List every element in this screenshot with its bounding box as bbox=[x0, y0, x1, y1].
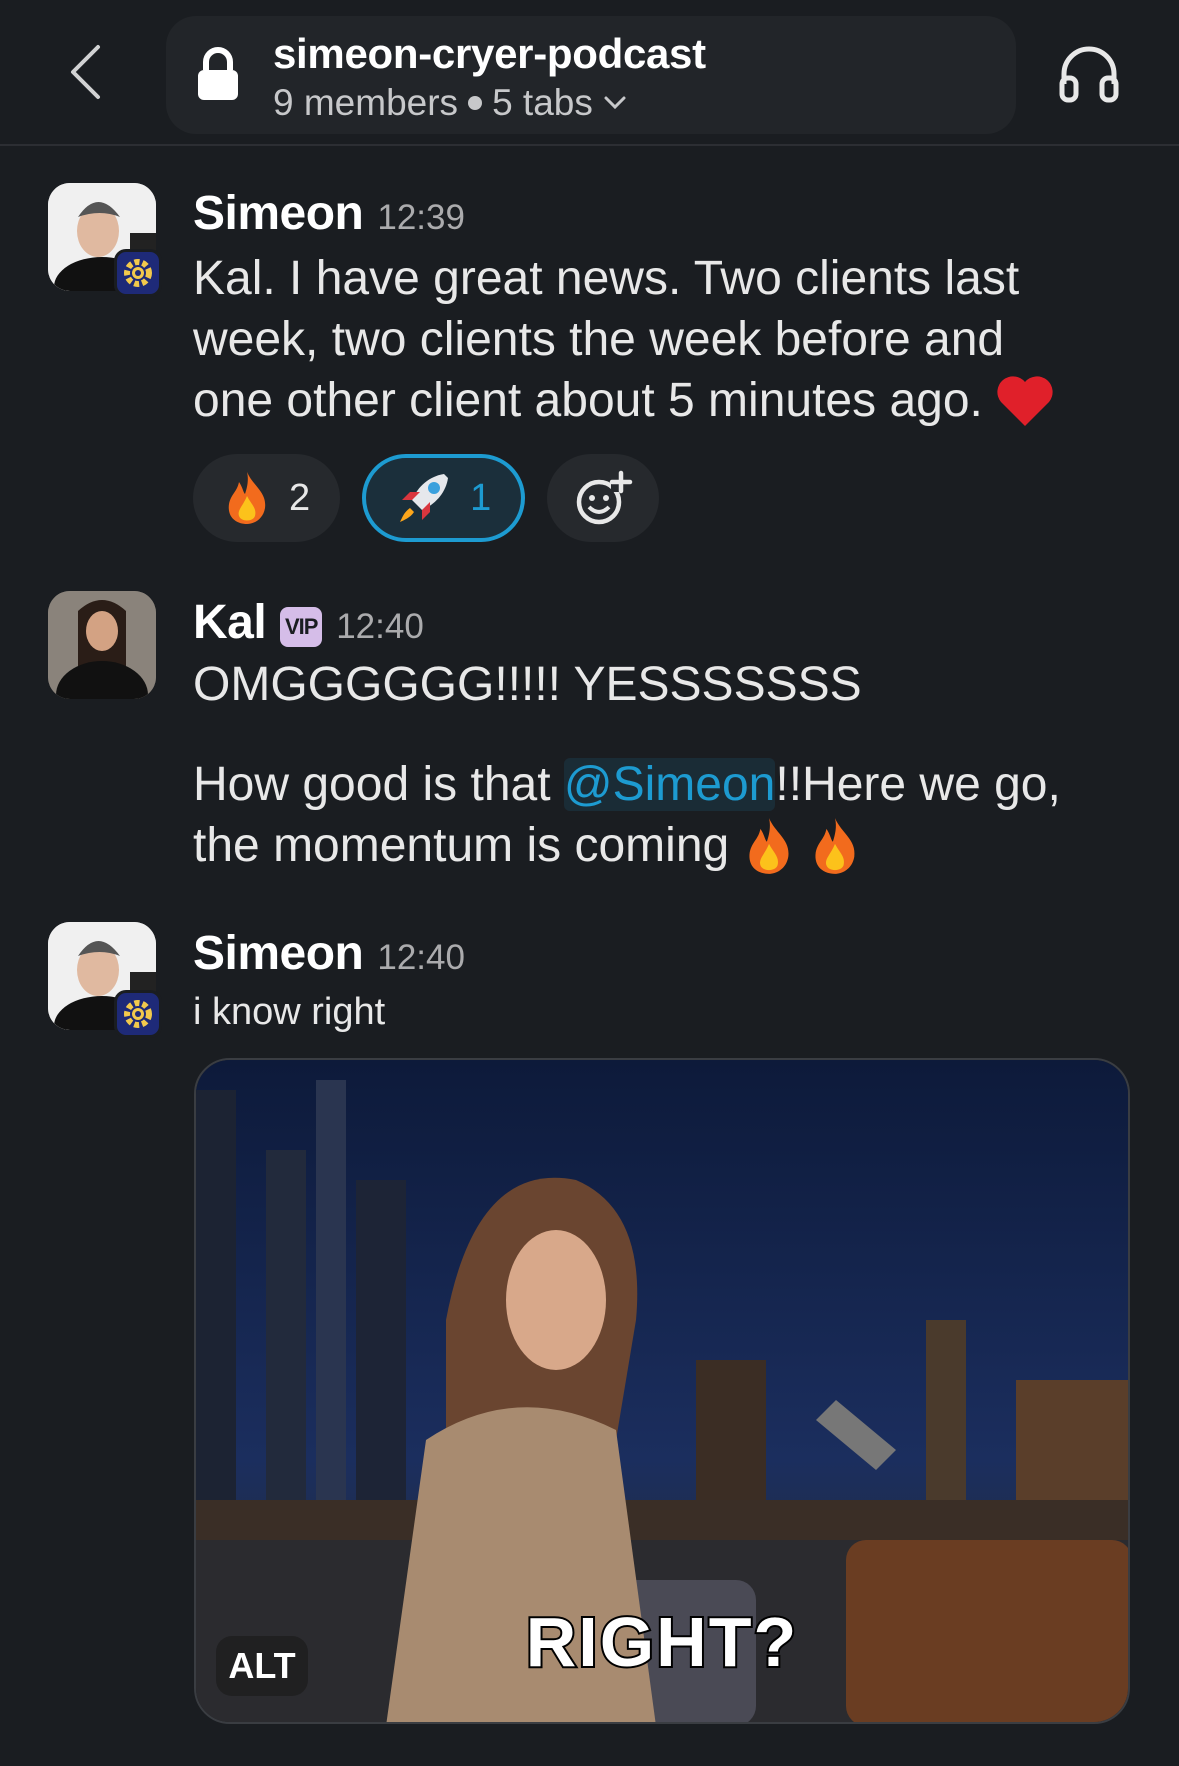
sender-name[interactable]: Simeon bbox=[193, 186, 364, 241]
message-text: Kal. I have great news. Two clients last… bbox=[193, 248, 1153, 431]
add-reaction-button[interactable] bbox=[547, 454, 660, 542]
add-emoji-icon bbox=[577, 470, 633, 525]
channel-meta: 9 members 5 tabs bbox=[273, 82, 627, 124]
message-time: 12:40 bbox=[336, 607, 424, 646]
alt-text-button[interactable]: ALT bbox=[216, 1636, 308, 1696]
reaction-fire[interactable]: 2 bbox=[193, 454, 341, 542]
reaction-count: 1 bbox=[470, 476, 492, 519]
message-text: OMGGGGGG!!!!! YESSSSSSS bbox=[193, 654, 1153, 715]
fire-icon bbox=[749, 817, 789, 874]
mention-simeon[interactable]: @Simeon bbox=[563, 758, 776, 811]
fire-icon bbox=[228, 472, 266, 524]
heart-icon bbox=[997, 375, 1053, 426]
message-line: the momentum is coming bbox=[193, 815, 1153, 876]
message-line-text: the momentum is coming bbox=[193, 819, 730, 872]
vip-badge: VIP bbox=[280, 607, 323, 647]
message-line: week, two clients the week before and bbox=[193, 313, 1005, 366]
gear-icon bbox=[114, 990, 162, 1038]
message-line: How good is that @Simeon!!Here we go, bbox=[193, 754, 1153, 815]
reaction-count: 2 bbox=[289, 476, 311, 519]
message-time: 12:39 bbox=[377, 198, 465, 237]
chevron-down-icon bbox=[604, 96, 626, 110]
sender-name[interactable]: Kal bbox=[193, 595, 267, 650]
chevron-left-icon bbox=[71, 45, 100, 99]
reactions-row: 2 1 bbox=[193, 454, 660, 542]
message-text: i know right bbox=[193, 991, 386, 1033]
message-line: OMGGGGGG!!!!! YESSSSSSS bbox=[193, 658, 862, 711]
message-line-text: one other client about 5 minutes ago. bbox=[193, 374, 983, 427]
rocket-icon bbox=[400, 474, 449, 522]
sender-name[interactable]: Simeon bbox=[193, 926, 364, 981]
message-line: Kal. I have great news. Two clients last bbox=[193, 252, 1020, 305]
reaction-rocket[interactable]: 1 bbox=[362, 454, 526, 542]
message-line-text: How good is that bbox=[193, 758, 564, 811]
channel-info-button[interactable]: simeon-cryer-podcast 9 members 5 tabs bbox=[166, 16, 1016, 134]
fire-icon bbox=[815, 817, 855, 874]
gif-caption: RIGHT? bbox=[524, 1601, 799, 1683]
gear-icon bbox=[114, 249, 162, 297]
members-count: 9 members bbox=[273, 82, 459, 123]
headphones-icon[interactable] bbox=[1058, 44, 1120, 104]
message-line: one other client about 5 minutes ago. bbox=[193, 370, 1153, 431]
channel-header: simeon-cryer-podcast 9 members 5 tabs bbox=[0, 0, 1179, 146]
tabs-count: 5 tabs bbox=[492, 82, 593, 123]
channel-name: simeon-cryer-podcast bbox=[273, 30, 706, 77]
gif-attachment[interactable]: RIGHT? ALT bbox=[194, 1058, 1130, 1724]
message-text: How good is that @Simeon!!Here we go, th… bbox=[193, 754, 1153, 876]
separator-dot bbox=[468, 96, 483, 110]
message-line-text: !!Here we go, bbox=[775, 758, 1061, 811]
lock-icon bbox=[198, 47, 238, 100]
back-button[interactable] bbox=[62, 40, 108, 104]
avatar-kal[interactable] bbox=[48, 591, 156, 699]
message-time: 12:40 bbox=[377, 938, 465, 977]
